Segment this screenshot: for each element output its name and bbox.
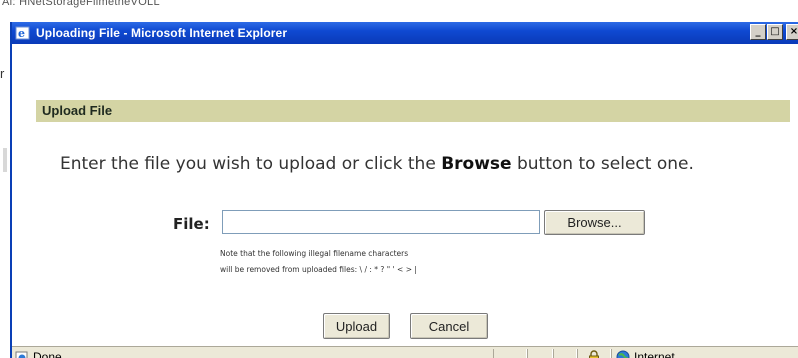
instruction-bold-browse: Browse xyxy=(441,154,512,174)
page-content: Upload File Enter the file you wish to u… xyxy=(12,44,798,346)
background-left-fragment: r xyxy=(0,66,5,81)
background-partial-text: Al: HNetStorageFlimetheVOLL xyxy=(2,0,160,8)
note-line-2: will be removed from uploaded files: \ /… xyxy=(220,265,417,274)
browse-button[interactable]: Browse... xyxy=(544,210,645,235)
status-pane xyxy=(553,348,577,358)
svg-text:e: e xyxy=(18,27,25,40)
minimize-button[interactable]: _ xyxy=(750,24,766,40)
file-path-input[interactable] xyxy=(222,210,540,234)
cancel-button[interactable]: Cancel xyxy=(410,313,488,339)
instruction-text: Enter the file you wish to upload or cli… xyxy=(60,154,694,174)
close-button[interactable]: × xyxy=(786,24,798,40)
maximize-button[interactable]: □ xyxy=(767,24,783,40)
section-title: Upload File xyxy=(36,100,790,122)
status-text: Done xyxy=(33,349,62,358)
background-left-element xyxy=(3,148,7,172)
status-bar: Done Internet xyxy=(12,346,798,358)
lock-pane xyxy=(577,348,611,358)
zone-text: Internet xyxy=(634,349,675,358)
illegal-characters-note: Note that the following illegal filename… xyxy=(220,246,417,278)
screenshot: Al: HNetStorageFlimetheVOLL r e Uploadin… xyxy=(0,0,798,358)
lock-icon xyxy=(589,349,599,358)
note-line-1: Note that the following illegal filename… xyxy=(220,249,409,258)
upload-button[interactable]: Upload xyxy=(323,313,390,339)
zone-pane: Internet xyxy=(611,348,761,358)
internet-globe-icon xyxy=(616,350,630,358)
file-label: File: xyxy=(173,215,210,233)
window-title: Uploading File - Microsoft Internet Expl… xyxy=(36,26,288,40)
instruction-part-2: button to select one. xyxy=(511,154,694,174)
status-pane xyxy=(527,348,553,358)
instruction-part-1: Enter the file you wish to upload or cli… xyxy=(60,154,442,174)
window-controls: _ □ × xyxy=(749,24,798,40)
title-bar[interactable]: e Uploading File - Microsoft Internet Ex… xyxy=(12,22,798,44)
status-pane xyxy=(493,348,527,358)
ie-page-icon xyxy=(15,350,29,358)
ie-logo-icon: e xyxy=(15,25,31,41)
ie-popup-window: e Uploading File - Microsoft Internet Ex… xyxy=(10,22,798,358)
